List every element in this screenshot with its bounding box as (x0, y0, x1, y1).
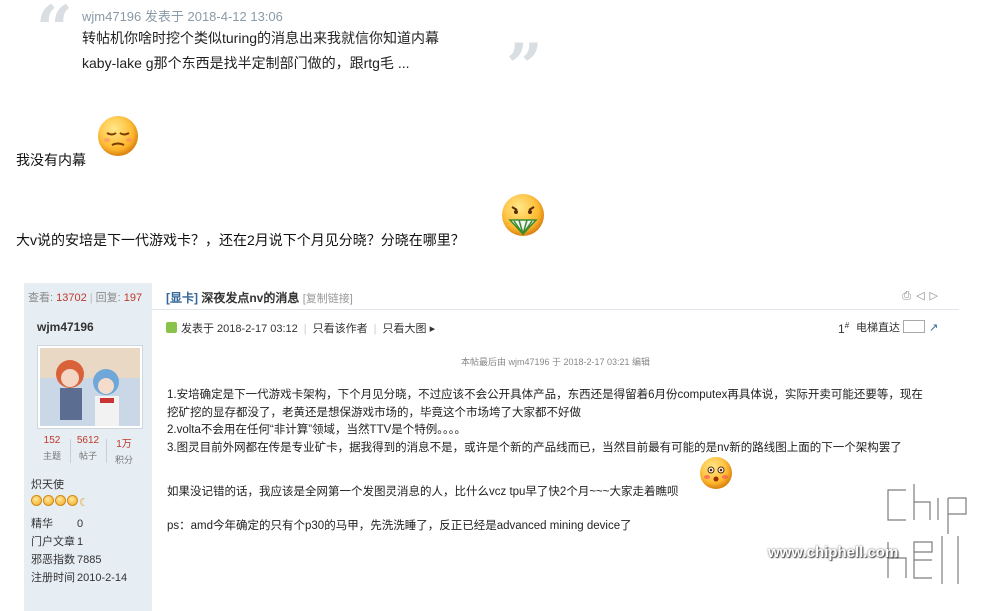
thread-tools: ⎙◁▷ (902, 289, 943, 303)
next-thread-icon[interactable]: ▷ (930, 290, 943, 302)
views-count: 13702 (56, 292, 87, 304)
post-info: 发表于 2018-2-17 03:12 | 只看该作者 | 只看大图 ▸ (166, 320, 435, 336)
moon-icon: ☾ (79, 497, 89, 509)
post-body-line: 如果没记错的话，我应该是全网第一个发图灵消息的人，比什么vcz tpu早了快2个… (167, 486, 679, 498)
watermark-site: www.chiphell.com (768, 544, 899, 561)
sleepy-face-emoticon (98, 116, 138, 156)
edited-note: 本帖最后由 wjm47196 于 2018-2-17 03:21 编辑 (460, 357, 651, 367)
avatar[interactable] (37, 345, 143, 429)
count-credits[interactable]: 1万 积分 (106, 435, 142, 466)
quote-close-mark: ” (506, 30, 543, 105)
sun-icon (43, 495, 54, 506)
thread-stats: 查看: 13702 | 回复: 197 (28, 292, 143, 304)
post-body-line: 3.图灵目前外网都在传是专业矿卡，据我得到的消息不是，或许是个新的产品线而已，当… (167, 442, 902, 454)
post-body-line: 2.volta不会用在任何“非计算”领域，当然TTV是个特例。。。。 (167, 424, 467, 436)
chevron-right-icon: ▸ (429, 323, 436, 335)
fan-face-emoticon (502, 194, 544, 236)
quote-line-2: kaby-lake g那个东西是找半定制部门做的，跟rtg毛 ... (82, 55, 410, 71)
info-portal-articles: 门户文章 1 (31, 536, 84, 548)
info-essence: 精华 0 (31, 518, 84, 530)
post-body-line: 1.安培确定是下一代游戏卡架构，下个月见分晓，不过应该不会公开具体产品，东西还是… (167, 389, 923, 401)
author-sidebar: 查看: 13702 | 回复: 197 wjm47196 152 主题 5612… (24, 283, 152, 611)
rank-stars: ☾ (31, 493, 90, 511)
only-author-link[interactable]: 只看该作者 (313, 323, 368, 335)
big-image-link[interactable]: 只看大图 (383, 323, 427, 335)
info-register-date: 注册时间 2010-2-14 (31, 572, 128, 584)
thread-title: [显卡] 深夜发点nv的消息 [复制链接] (166, 289, 353, 306)
floor-jump-label: 电梯直达 (856, 322, 900, 334)
sun-icon (31, 495, 42, 506)
online-status-icon (166, 322, 177, 333)
sun-icon (55, 495, 66, 506)
replies-count: 197 (123, 292, 143, 304)
thread-category[interactable]: [显卡] (166, 291, 198, 305)
floor-jump: 电梯直达 ↗ (856, 319, 938, 335)
copy-link[interactable]: [复制链接] (303, 293, 353, 305)
quote-line-1: 转帖机你啥时挖个类似turing的消息出来我就信你知道内幕 (82, 30, 440, 46)
author-rank[interactable]: 炽天使 (31, 476, 64, 492)
info-evil-index: 邪恶指数 7885 (31, 554, 102, 566)
post-body-line: ps：amd今年确定的只有个p30的马甲，先洗洗睡了，反正已经是advanced… (167, 520, 632, 532)
post-date: 发表于 2018-2-17 03:12 (181, 323, 298, 335)
floor-number: 1# (838, 321, 850, 336)
reply-line-1: 我没有内幕 (16, 152, 86, 168)
thread-title-text: 深夜发点nv的消息 (201, 291, 300, 305)
floor-jump-input[interactable] (903, 320, 925, 333)
jump-go-icon[interactable]: ↗ (929, 322, 938, 334)
chiphell-logo (884, 484, 970, 584)
reply-line-2: 大v说的安培是下一代游戏卡？，还在2月说下个月见分晓？分晓在哪里？ (16, 232, 465, 248)
quote-open-mark: “ (36, 0, 73, 67)
print-icon[interactable]: ⎙ (902, 290, 916, 302)
prev-thread-icon[interactable]: ◁ (916, 290, 929, 302)
sun-icon (67, 495, 78, 506)
views-label: 查看: (28, 292, 54, 304)
post-main: [显卡] 深夜发点nv的消息 [复制链接] ⎙◁▷ 发表于 2018-2-17 … (152, 283, 959, 611)
thread-title-bar: [显卡] 深夜发点nv的消息 [复制链接] ⎙◁▷ (152, 283, 959, 310)
blush-face-emoticon (700, 457, 732, 489)
count-threads[interactable]: 152 主题 (34, 435, 70, 462)
replies-label: 回复: (95, 292, 121, 304)
author-username[interactable]: wjm47196 (37, 320, 94, 334)
post-body-line: 挖矿挖的显存都没了，老黄还是想保游戏市场的，毕竟这个市场垮了大家都不好做 (167, 407, 581, 419)
quote-author-meta[interactable]: wjm47196 发表于 2018-4-12 13:06 (82, 6, 283, 25)
count-posts[interactable]: 5612 帖子 (70, 435, 106, 462)
embedded-forum-screenshot: 查看: 13702 | 回复: 197 wjm47196 152 主题 5612… (24, 283, 959, 611)
